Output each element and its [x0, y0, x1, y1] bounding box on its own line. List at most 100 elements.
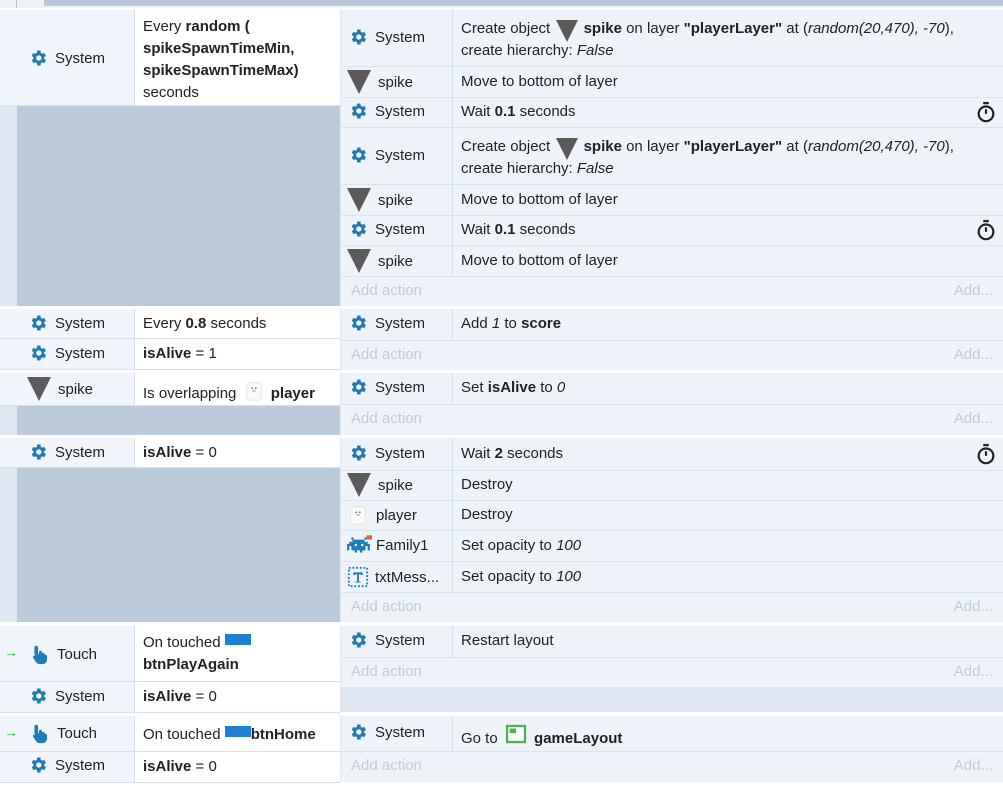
- variable-name: isAlive: [143, 688, 192, 705]
- spike-icon: [556, 137, 579, 160]
- action-value: False: [576, 160, 614, 177]
- action-object: System: [375, 378, 426, 396]
- variable-name: spikeSpawnTimeMax): [143, 62, 299, 79]
- gear-icon: [348, 377, 368, 397]
- gear-icon: [348, 101, 368, 121]
- condition-value: 0.8: [185, 315, 207, 332]
- action-text: Wait: [461, 221, 491, 238]
- add-action-row[interactable]: Add action Add...: [341, 658, 1003, 687]
- gear-icon: [348, 27, 368, 47]
- action-row[interactable]: spike Destroy: [341, 471, 1003, 501]
- variable-name: isAlive: [143, 444, 192, 461]
- add-action-link[interactable]: Add action: [351, 346, 422, 363]
- action-row[interactable]: spike Move to bottom of layer: [341, 246, 1003, 277]
- action-row[interactable]: System Create object spike on layer "pla…: [341, 128, 1003, 185]
- action-text: to: [540, 379, 553, 396]
- action-text: Set: [461, 379, 484, 396]
- action-text: Create object: [461, 138, 551, 155]
- object-name: spike: [583, 20, 622, 37]
- event-block-1[interactable]: System Every random ( spikeSpawnTimeMin,…: [0, 10, 1003, 306]
- action-text: seconds: [507, 445, 564, 462]
- add-action-row[interactable]: Add action Add...: [341, 277, 1003, 306]
- action-text: Destroy: [461, 506, 513, 523]
- previous-event-strip: [0, 0, 1003, 8]
- variable-name: score: [521, 315, 562, 332]
- condition-text: Every: [143, 18, 182, 35]
- action-row[interactable]: System Set isAlive to 0: [341, 373, 1003, 405]
- add-action-link[interactable]: Add action: [351, 663, 422, 680]
- add-action-link[interactable]: Add action: [351, 598, 422, 615]
- event-1-gutter: [17, 106, 340, 306]
- action-row[interactable]: System Restart layout: [341, 626, 1003, 658]
- add-action-row[interactable]: Add action Add...: [341, 752, 1003, 782]
- gear-icon: [348, 145, 368, 165]
- event-3-condition[interactable]: spike Is overlapping player: [0, 373, 340, 406]
- action-row[interactable]: Family1 Set opacity to 100: [341, 531, 1003, 562]
- event-2-condition[interactable]: System Every 0.8 seconds: [0, 309, 340, 339]
- action-object: System: [375, 723, 426, 741]
- event-6-condition[interactable]: → Touch On touched btnHome: [0, 716, 340, 752]
- add-action-row[interactable]: Add action Add...: [341, 341, 1003, 370]
- event-1-condition[interactable]: System Every random ( spikeSpawnTimeMin,…: [0, 10, 340, 105]
- event-block-5[interactable]: → Touch On touched btnPlayAgain System i…: [0, 626, 1003, 713]
- layer-name: "playerLayer": [683, 138, 783, 155]
- condition-object: System: [55, 314, 106, 332]
- add-more-link[interactable]: Add...: [954, 410, 993, 427]
- gear-icon: [348, 313, 368, 333]
- event-5-condition[interactable]: → Touch On touched btnPlayAgain: [0, 626, 340, 682]
- add-more-link[interactable]: Add...: [954, 282, 993, 299]
- variable-name: spikeSpawnTimeMin,: [143, 40, 295, 57]
- action-row[interactable]: System Add 1 to score: [341, 309, 1003, 341]
- action-row[interactable]: player Destroy: [341, 501, 1003, 531]
- event-block-4[interactable]: System isAlive = 0 System Wait 2 seconds…: [0, 438, 1003, 622]
- touch-hand-icon: [28, 721, 50, 745]
- gear-icon: [348, 630, 368, 650]
- action-row[interactable]: spike Move to bottom of layer: [341, 67, 1003, 98]
- condition-object: spike: [58, 380, 94, 398]
- action-object: spike: [378, 252, 414, 270]
- action-row[interactable]: System Wait 2 seconds: [341, 438, 1003, 471]
- add-more-link[interactable]: Add...: [954, 663, 993, 680]
- add-more-link[interactable]: Add...: [954, 346, 993, 363]
- event-6-condition[interactable]: System isAlive = 0: [0, 752, 340, 783]
- action-value: 1: [491, 315, 501, 332]
- button-sprite-icon: [224, 726, 251, 737]
- action-text: create hierarchy:: [461, 42, 573, 59]
- event-3-gutter: [17, 406, 340, 435]
- condition-text: Is overlapping: [143, 385, 237, 402]
- action-object: System: [375, 314, 426, 332]
- add-action-row[interactable]: Add action Add...: [341, 593, 1003, 622]
- action-row[interactable]: spike Move to bottom of layer: [341, 185, 1003, 216]
- action-row[interactable]: System Create object spike on layer "pla…: [341, 10, 1003, 67]
- action-object: Family1: [376, 536, 429, 554]
- trigger-arrow-icon: →: [4, 724, 18, 740]
- action-text: on layer: [626, 20, 680, 37]
- timer-icon: [975, 442, 997, 466]
- add-more-link[interactable]: Add...: [954, 757, 993, 774]
- event-4-condition[interactable]: System isAlive = 0: [0, 438, 340, 468]
- condition-text: = 0: [195, 758, 217, 775]
- add-action-link[interactable]: Add action: [351, 282, 422, 299]
- action-text: Create object: [461, 20, 551, 37]
- action-text: at (: [786, 20, 808, 37]
- action-value: 0: [556, 379, 566, 396]
- action-row[interactable]: txtMess... Set opacity to 100: [341, 562, 1003, 593]
- action-row[interactable]: System Go to gameLayout: [341, 716, 1003, 752]
- event-block-6[interactable]: → Touch On touched btnHome System isAliv…: [0, 716, 1003, 783]
- variable-name: isAlive: [143, 758, 192, 775]
- add-action-link[interactable]: Add action: [351, 410, 422, 427]
- action-text: at (: [786, 138, 808, 155]
- add-action-link[interactable]: Add action: [351, 757, 422, 774]
- action-text: on layer: [626, 138, 680, 155]
- action-row[interactable]: System Wait 0.1 seconds: [341, 216, 1003, 246]
- add-action-row[interactable]: Add action Add...: [341, 405, 1003, 435]
- action-text: Wait: [461, 103, 491, 120]
- action-object: System: [375, 146, 426, 164]
- event-2-condition[interactable]: System isAlive = 1: [0, 339, 340, 370]
- event-block-3[interactable]: spike Is overlapping player System Set i…: [0, 373, 1003, 435]
- event-block-2[interactable]: System Every 0.8 seconds System isAlive …: [0, 309, 1003, 370]
- condition-function: random (: [185, 18, 250, 35]
- event-5-condition[interactable]: System isAlive = 0: [0, 682, 340, 713]
- action-row[interactable]: System Wait 0.1 seconds: [341, 98, 1003, 128]
- add-more-link[interactable]: Add...: [954, 598, 993, 615]
